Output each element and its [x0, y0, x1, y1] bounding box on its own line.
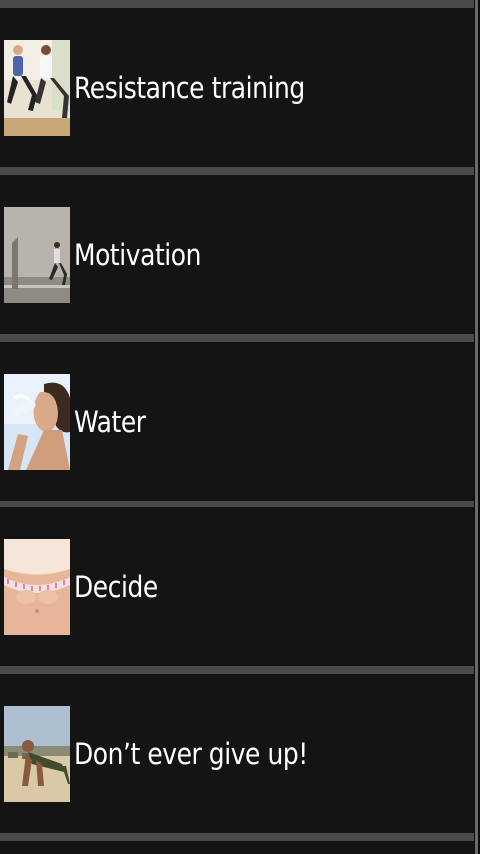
list-item-resistance-training[interactable]: Resistance training [0, 8, 474, 167]
list-item-decide[interactable]: Decide [0, 507, 474, 666]
drinking-water-photo [4, 373, 70, 470]
list-item-partial [0, 841, 474, 854]
list-item-label: Resistance training [74, 70, 305, 105]
scrollbar-thumb[interactable] [475, 0, 478, 854]
list-item-label: Decide [74, 569, 158, 604]
runner-street-photo [4, 206, 70, 303]
list-item-dont-ever-give-up[interactable]: Don’t ever give up! [0, 674, 474, 833]
list-item-motivation[interactable]: Motivation [0, 175, 474, 334]
topic-list: Resistance training Motivation Water Dec… [0, 0, 474, 854]
measuring-tape-waist-photo [4, 538, 70, 635]
lunge-couple-photo [4, 39, 70, 136]
list-item-label: Motivation [74, 237, 202, 272]
scrollbar[interactable] [474, 0, 480, 854]
list-item-label: Don’t ever give up! [74, 736, 308, 771]
list-item-label: Water [74, 404, 146, 439]
pushup-soldiers-photo [4, 705, 70, 802]
list-item-water[interactable]: Water [0, 342, 474, 501]
